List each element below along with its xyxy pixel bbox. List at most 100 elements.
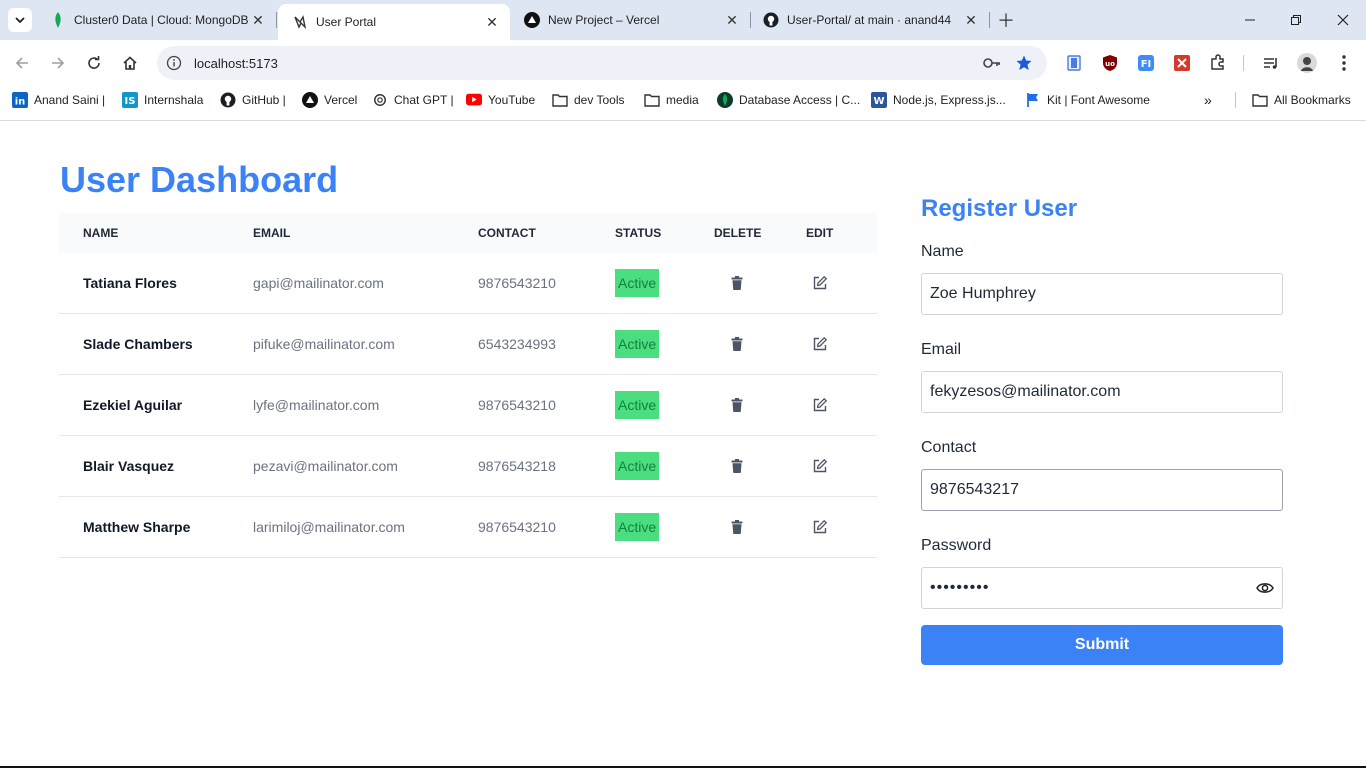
- user-contact: 6543234993: [478, 336, 556, 352]
- extension-docs-icon[interactable]: [1064, 53, 1084, 73]
- table-header: NAME EMAIL CONTACT STATUS DELETE EDIT: [59, 213, 877, 253]
- arrow-left-icon: [15, 57, 28, 69]
- status-cell: Active: [615, 269, 714, 297]
- contact-field[interactable]: [921, 469, 1283, 511]
- tab-vercel[interactable]: New Project – Vercel ✕: [510, 4, 750, 36]
- bookmark-font-awesome[interactable]: Kit | Font Awesome: [1025, 91, 1150, 109]
- extensions-puzzle-icon[interactable]: [1208, 53, 1228, 73]
- edit-icon[interactable]: [808, 515, 832, 539]
- toolbox-extension-icon[interactable]: [1172, 53, 1192, 73]
- user-name: Ezekiel Aguilar: [83, 397, 183, 413]
- address-bar[interactable]: localhost:5173: [157, 46, 1047, 80]
- bookmark-folder-media[interactable]: media: [644, 91, 699, 109]
- tab-title: New Project – Vercel: [548, 13, 660, 27]
- tab-title: User-Portal/ at main · anand44: [787, 13, 952, 27]
- trash-icon[interactable]: [725, 393, 749, 417]
- users-table: NAME EMAIL CONTACT STATUS DELETE EDIT Ta…: [59, 213, 877, 558]
- user-email: gapi@mailinator.com: [253, 275, 384, 291]
- trash-icon[interactable]: [725, 454, 749, 478]
- bookmark-label: Chat GPT |: [394, 93, 454, 107]
- close-icon[interactable]: ✕: [722, 10, 742, 30]
- vercel-icon: [302, 92, 318, 108]
- edit-icon[interactable]: [808, 454, 832, 478]
- word-icon: W: [871, 92, 887, 108]
- bookmark-star-icon[interactable]: [1015, 54, 1033, 72]
- close-icon: [1337, 14, 1349, 26]
- bookmark-github[interactable]: GitHub |: [220, 91, 286, 109]
- profile-avatar[interactable]: [1297, 53, 1317, 73]
- bookmark-chatgpt[interactable]: Chat GPT |: [372, 91, 454, 109]
- user-name: Slade Chambers: [83, 336, 193, 352]
- reload-button[interactable]: [83, 52, 105, 74]
- media-controls-icon[interactable]: [1261, 53, 1281, 73]
- folder-icon: [1252, 92, 1268, 108]
- edit-icon[interactable]: [808, 271, 832, 295]
- tab-mongodb[interactable]: Cluster0 Data | Cloud: MongoDB ✕: [36, 4, 276, 36]
- password-field[interactable]: [921, 567, 1283, 609]
- site-info-icon[interactable]: [166, 55, 182, 71]
- home-button[interactable]: [119, 52, 141, 74]
- new-tab-button[interactable]: ＋: [996, 10, 1016, 31]
- youtube-icon: [466, 92, 482, 108]
- table-row: Matthew Sharpe larimiloj@mailinator.com 98…: [59, 497, 877, 558]
- svg-text:IS: IS: [125, 96, 136, 107]
- bookmark-label: Node.js, Express.js...: [893, 93, 1006, 107]
- url-text: localhost:5173: [194, 55, 278, 71]
- bookmark-linkedin[interactable]: in Anand Saini |: [12, 91, 105, 109]
- edit-cell: [806, 454, 877, 478]
- bookmark-vercel[interactable]: Vercel: [302, 91, 357, 109]
- email-field[interactable]: [921, 371, 1283, 413]
- tab-search-button[interactable]: [8, 8, 32, 32]
- edit-cell: [806, 393, 877, 417]
- delete-cell: [714, 515, 806, 539]
- restore-button[interactable]: [1286, 10, 1306, 30]
- bookmark-nodejs[interactable]: W Node.js, Express.js...: [871, 91, 1006, 109]
- home-icon: [123, 56, 137, 70]
- trash-icon[interactable]: [725, 515, 749, 539]
- status-badge: Active: [615, 452, 660, 480]
- window-close-button[interactable]: [1333, 10, 1353, 30]
- name-field[interactable]: [921, 273, 1283, 315]
- close-icon[interactable]: ✕: [248, 10, 268, 30]
- tab-user-portal[interactable]: User Portal ✕: [278, 4, 510, 40]
- user-contact: 9876543210: [478, 275, 556, 291]
- register-user-form: Register User Name Email Contact Passwor…: [921, 195, 1283, 665]
- table-row: Blair Vasquez pezavi@mailinator.com 987654…: [59, 436, 877, 497]
- browser-toolbar: localhost:5173 uo FI: [0, 40, 1366, 86]
- ublock-icon[interactable]: uo: [1100, 53, 1120, 73]
- forward-button[interactable]: [47, 52, 69, 74]
- more-bookmarks-button[interactable]: »: [1204, 91, 1212, 109]
- bookmark-label: Kit | Font Awesome: [1047, 93, 1150, 107]
- trash-icon[interactable]: [725, 271, 749, 295]
- tab-github[interactable]: User-Portal/ at main · anand44 ✕: [749, 4, 989, 36]
- close-icon[interactable]: ✕: [961, 10, 981, 30]
- browser-menu-icon[interactable]: [1334, 53, 1354, 73]
- edit-icon[interactable]: [808, 393, 832, 417]
- chatgpt-icon: [372, 92, 388, 108]
- tab-title: User Portal: [316, 15, 377, 29]
- edit-icon[interactable]: [808, 332, 832, 356]
- tab-separator: [989, 12, 990, 28]
- bookmark-internshala[interactable]: IS Internshala: [122, 91, 203, 109]
- font-icon-extension-icon[interactable]: FI: [1136, 53, 1156, 73]
- eye-icon[interactable]: [1255, 578, 1275, 598]
- table-body: Tatiana Flores gapi@mailinator.com 9876543…: [59, 253, 877, 558]
- github-icon: [763, 12, 779, 28]
- minimize-button[interactable]: [1240, 10, 1260, 30]
- bookmark-folder-dev-tools[interactable]: dev Tools: [552, 91, 624, 109]
- trash-icon[interactable]: [725, 332, 749, 356]
- key-icon[interactable]: [982, 55, 1002, 71]
- bookmark-youtube[interactable]: YouTube: [466, 91, 535, 109]
- close-icon[interactable]: ✕: [482, 12, 502, 32]
- submit-button[interactable]: Submit: [921, 625, 1283, 665]
- github-icon: [220, 92, 236, 108]
- all-bookmarks-folder[interactable]: All Bookmarks: [1252, 91, 1351, 109]
- back-button[interactable]: [11, 52, 33, 74]
- column-header-delete: DELETE: [714, 226, 762, 240]
- column-header-email: EMAIL: [253, 226, 291, 240]
- svg-text:in: in: [15, 97, 26, 108]
- bookmark-database-access[interactable]: Database Access | C...: [717, 91, 860, 109]
- status-cell: Active: [615, 513, 714, 541]
- contact-label: Contact: [921, 439, 977, 456]
- delete-cell: [714, 332, 806, 356]
